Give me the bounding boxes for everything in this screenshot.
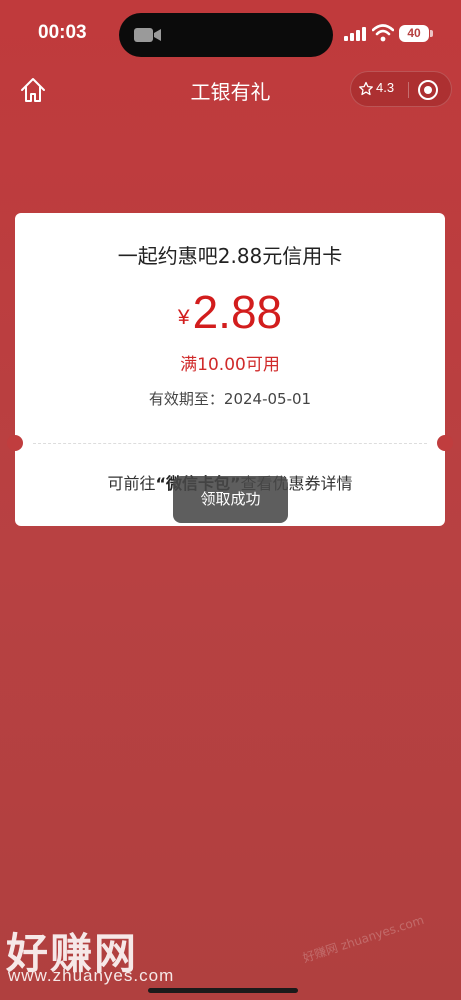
close-icon[interactable] xyxy=(416,78,440,102)
success-toast: 领取成功 xyxy=(173,476,288,523)
wifi-icon xyxy=(372,24,394,42)
dashed-divider xyxy=(33,443,427,444)
amount-value: 2.88 xyxy=(192,286,283,338)
usage-threshold: 满10.00可用 xyxy=(180,355,280,375)
status-time: 00:03 xyxy=(38,22,87,43)
mini-program-capsule[interactable]: 4.3 xyxy=(350,71,452,107)
coupon-notch-left xyxy=(7,435,23,451)
home-indicator[interactable] xyxy=(148,988,298,993)
hint-prefix: 可前往 xyxy=(107,474,156,493)
watermark-url: www.zhuanyes.com xyxy=(8,966,175,985)
currency-symbol: ¥ xyxy=(177,306,190,329)
signal-icon xyxy=(344,27,366,41)
coupon-notch-right xyxy=(437,435,453,451)
coupon-title: 一起约惠吧2.88元信用卡 xyxy=(117,244,343,268)
home-icon[interactable] xyxy=(18,75,48,105)
status-bar: 00:03 40 xyxy=(0,0,461,70)
rating-value: 4.3 xyxy=(376,80,395,95)
capsule-divider xyxy=(408,82,409,98)
validity-date: 有效期至：2024-05-01 xyxy=(148,390,312,408)
battery-cap xyxy=(430,30,433,37)
battery-indicator: 40 xyxy=(399,25,429,42)
coupon-amount: ¥2.88 xyxy=(15,285,445,339)
page-title: 工银有礼 xyxy=(190,80,271,104)
dynamic-island xyxy=(119,13,333,57)
star-icon[interactable] xyxy=(358,81,374,97)
watermark-faint: 好赚网 zhuanyes.com xyxy=(301,912,426,966)
camera-icon xyxy=(134,28,161,42)
